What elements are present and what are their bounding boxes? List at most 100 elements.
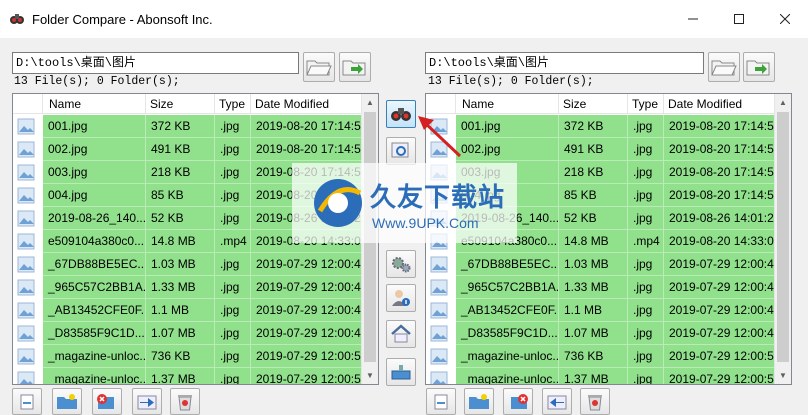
right-new-folder-button[interactable] bbox=[464, 388, 494, 415]
table-row[interactable]: _965C57C2BB1A... 1.33 MB .jpg 2019-07-29 12… bbox=[426, 276, 776, 299]
table-row[interactable]: 002.jpg 491 KB .jpg 2019-08-20 17:14:55 bbox=[13, 138, 363, 161]
size-column-header[interactable]: Size bbox=[559, 94, 628, 114]
table-row[interactable]: _D83585F9C1D... 1.07 MB .jpg 2019-07-29 12:… bbox=[13, 322, 363, 345]
watermark-brand: 久友下载站 bbox=[370, 183, 506, 213]
left-delete-move-button[interactable] bbox=[92, 388, 122, 415]
name-cell: _magazine-unloc... bbox=[43, 368, 146, 384]
right-recycle-button[interactable] bbox=[580, 388, 610, 415]
left-move-right-button[interactable] bbox=[132, 388, 162, 415]
size-cell: 1.03 MB bbox=[559, 253, 628, 276]
image-file-icon bbox=[430, 325, 448, 342]
left-new-file-button[interactable] bbox=[12, 388, 42, 415]
type-cell: .jpg bbox=[215, 115, 251, 138]
name-cell: _AB13452CFE0F... bbox=[456, 299, 559, 322]
image-file-icon bbox=[17, 279, 35, 296]
right-go-button[interactable] bbox=[743, 52, 775, 82]
scroll-up-icon[interactable]: ▲ bbox=[775, 94, 791, 111]
date-column-header[interactable]: Date Modified bbox=[251, 94, 363, 114]
left-new-folder-button[interactable] bbox=[52, 388, 82, 415]
table-row[interactable]: 001.jpg 372 KB .jpg 2019-08-20 17:14:55 bbox=[13, 115, 363, 138]
name-column-header[interactable]: Name bbox=[456, 94, 559, 114]
type-cell: .jpg bbox=[628, 207, 664, 230]
right-delete-move-button[interactable] bbox=[503, 388, 533, 415]
size-cell: 14.8 MB bbox=[146, 230, 215, 253]
name-cell: 004.jpg bbox=[43, 184, 146, 207]
icon-column-header[interactable] bbox=[13, 94, 43, 114]
right-browse-button[interactable] bbox=[708, 52, 740, 82]
image-file-icon bbox=[17, 210, 35, 227]
type-column-header[interactable]: Type bbox=[628, 94, 664, 114]
name-cell: _965C57C2BB1A... bbox=[43, 276, 146, 299]
size-cell: 1.37 MB bbox=[146, 368, 215, 384]
table-row[interactable]: _magazine-unloc... 736 KB .jpg 2019-07-29 1… bbox=[426, 345, 776, 368]
image-file-icon bbox=[17, 348, 35, 365]
size-cell: 1.07 MB bbox=[146, 322, 215, 345]
table-row[interactable]: 002.jpg 491 KB .jpg 2019-08-20 17:14:55 bbox=[426, 138, 776, 161]
scroll-down-icon[interactable]: ▼ bbox=[775, 367, 791, 384]
scroll-thumb[interactable] bbox=[777, 112, 789, 362]
left-go-button[interactable] bbox=[339, 52, 371, 82]
new-folder-icon bbox=[469, 393, 489, 409]
image-file-icon bbox=[17, 371, 35, 384]
table-row[interactable]: _D83585F9C1D... 1.07 MB .jpg 2019-07-29 12:… bbox=[426, 322, 776, 345]
image-file-icon bbox=[17, 141, 35, 158]
left-recycle-button[interactable] bbox=[170, 388, 200, 415]
type-cell: .jpg bbox=[215, 345, 251, 368]
size-cell: 1.33 MB bbox=[559, 276, 628, 299]
table-row[interactable]: 001.jpg 372 KB .jpg 2019-08-20 17:14:55 bbox=[426, 115, 776, 138]
date-column-header[interactable]: Date Modified bbox=[664, 94, 776, 114]
left-list-header: Name Size Type Date Modified bbox=[13, 94, 363, 114]
right-path-input[interactable]: D:\tools\桌面\图片 bbox=[425, 52, 704, 74]
type-column-header[interactable]: Type bbox=[215, 94, 251, 114]
left-browse-button[interactable] bbox=[303, 52, 335, 82]
close-button[interactable] bbox=[762, 0, 808, 38]
table-row[interactable]: _magazine-unloc... 1.37 MB .jpg 2019-07-29 … bbox=[13, 368, 363, 384]
name-cell: _magazine-unloc... bbox=[456, 368, 559, 384]
minimize-button[interactable] bbox=[670, 0, 716, 38]
settings-button[interactable] bbox=[386, 250, 416, 278]
folder-go-icon bbox=[746, 60, 770, 76]
size-cell: 491 KB bbox=[559, 138, 628, 161]
right-list-header: Name Size Type Date Modified bbox=[426, 94, 776, 114]
home-button[interactable] bbox=[386, 320, 416, 348]
table-row[interactable]: _965C57C2BB1A... 1.33 MB .jpg 2019-07-29 12… bbox=[13, 276, 363, 299]
scroll-up-icon[interactable]: ▲ bbox=[362, 94, 378, 111]
size-column-header[interactable]: Size bbox=[146, 94, 215, 114]
name-cell: 002.jpg bbox=[43, 138, 146, 161]
right-move-left-button[interactable] bbox=[542, 388, 572, 415]
right-scrollbar[interactable]: ▲ ▼ bbox=[774, 94, 791, 384]
name-cell: 2019-08-26_140... bbox=[43, 207, 146, 230]
zoom-button[interactable] bbox=[386, 137, 416, 165]
table-row[interactable]: _magazine-unloc... 736 KB .jpg 2019-07-29 1… bbox=[13, 345, 363, 368]
table-row[interactable]: _magazine-unloc... 1.37 MB .jpg 2019-07-29 … bbox=[426, 368, 776, 384]
maximize-button[interactable] bbox=[716, 0, 762, 38]
size-cell: 1.33 MB bbox=[146, 276, 215, 299]
icon-column-header[interactable] bbox=[426, 94, 456, 114]
date-cell: 2019-07-29 12:00:50 bbox=[664, 345, 776, 368]
size-cell: 1.37 MB bbox=[559, 368, 628, 384]
right-new-file-button[interactable] bbox=[426, 388, 456, 415]
name-column-header[interactable]: Name bbox=[43, 94, 146, 114]
table-row[interactable]: _67DB88BE5EC... 1.03 MB .jpg 2019-07-29 12:… bbox=[13, 253, 363, 276]
date-cell: 2019-07-29 12:00:49 bbox=[664, 276, 776, 299]
type-cell: .mp4 bbox=[215, 230, 251, 253]
table-row[interactable]: _AB13452CFE0F... 1.1 MB .jpg 2019-07-29 12:… bbox=[426, 299, 776, 322]
date-cell: 2019-08-20 17:14:55 bbox=[664, 161, 776, 184]
gears-icon bbox=[392, 257, 411, 273]
user-info-button[interactable] bbox=[386, 284, 416, 312]
recycle-bin-icon bbox=[178, 394, 192, 410]
size-cell: 372 KB bbox=[559, 115, 628, 138]
compare-button[interactable] bbox=[386, 100, 416, 128]
name-cell: _AB13452CFE0F... bbox=[43, 299, 146, 322]
drive-button[interactable] bbox=[386, 358, 416, 386]
name-cell: 002.jpg bbox=[456, 138, 559, 161]
move-right-icon bbox=[137, 395, 157, 409]
folder-open-icon bbox=[711, 60, 737, 76]
table-row[interactable]: _67DB88BE5EC... 1.03 MB .jpg 2019-07-29 12:… bbox=[426, 253, 776, 276]
left-count: 13 File(s); 0 Folder(s); bbox=[14, 75, 180, 88]
window-title: Folder Compare - Abonsoft Inc. bbox=[32, 11, 213, 27]
left-path-input[interactable]: D:\tools\桌面\图片 bbox=[12, 52, 299, 74]
scroll-down-icon[interactable]: ▼ bbox=[362, 367, 378, 384]
home-icon bbox=[391, 324, 411, 343]
table-row[interactable]: _AB13452CFE0F... 1.1 MB .jpg 2019-07-29 12:… bbox=[13, 299, 363, 322]
